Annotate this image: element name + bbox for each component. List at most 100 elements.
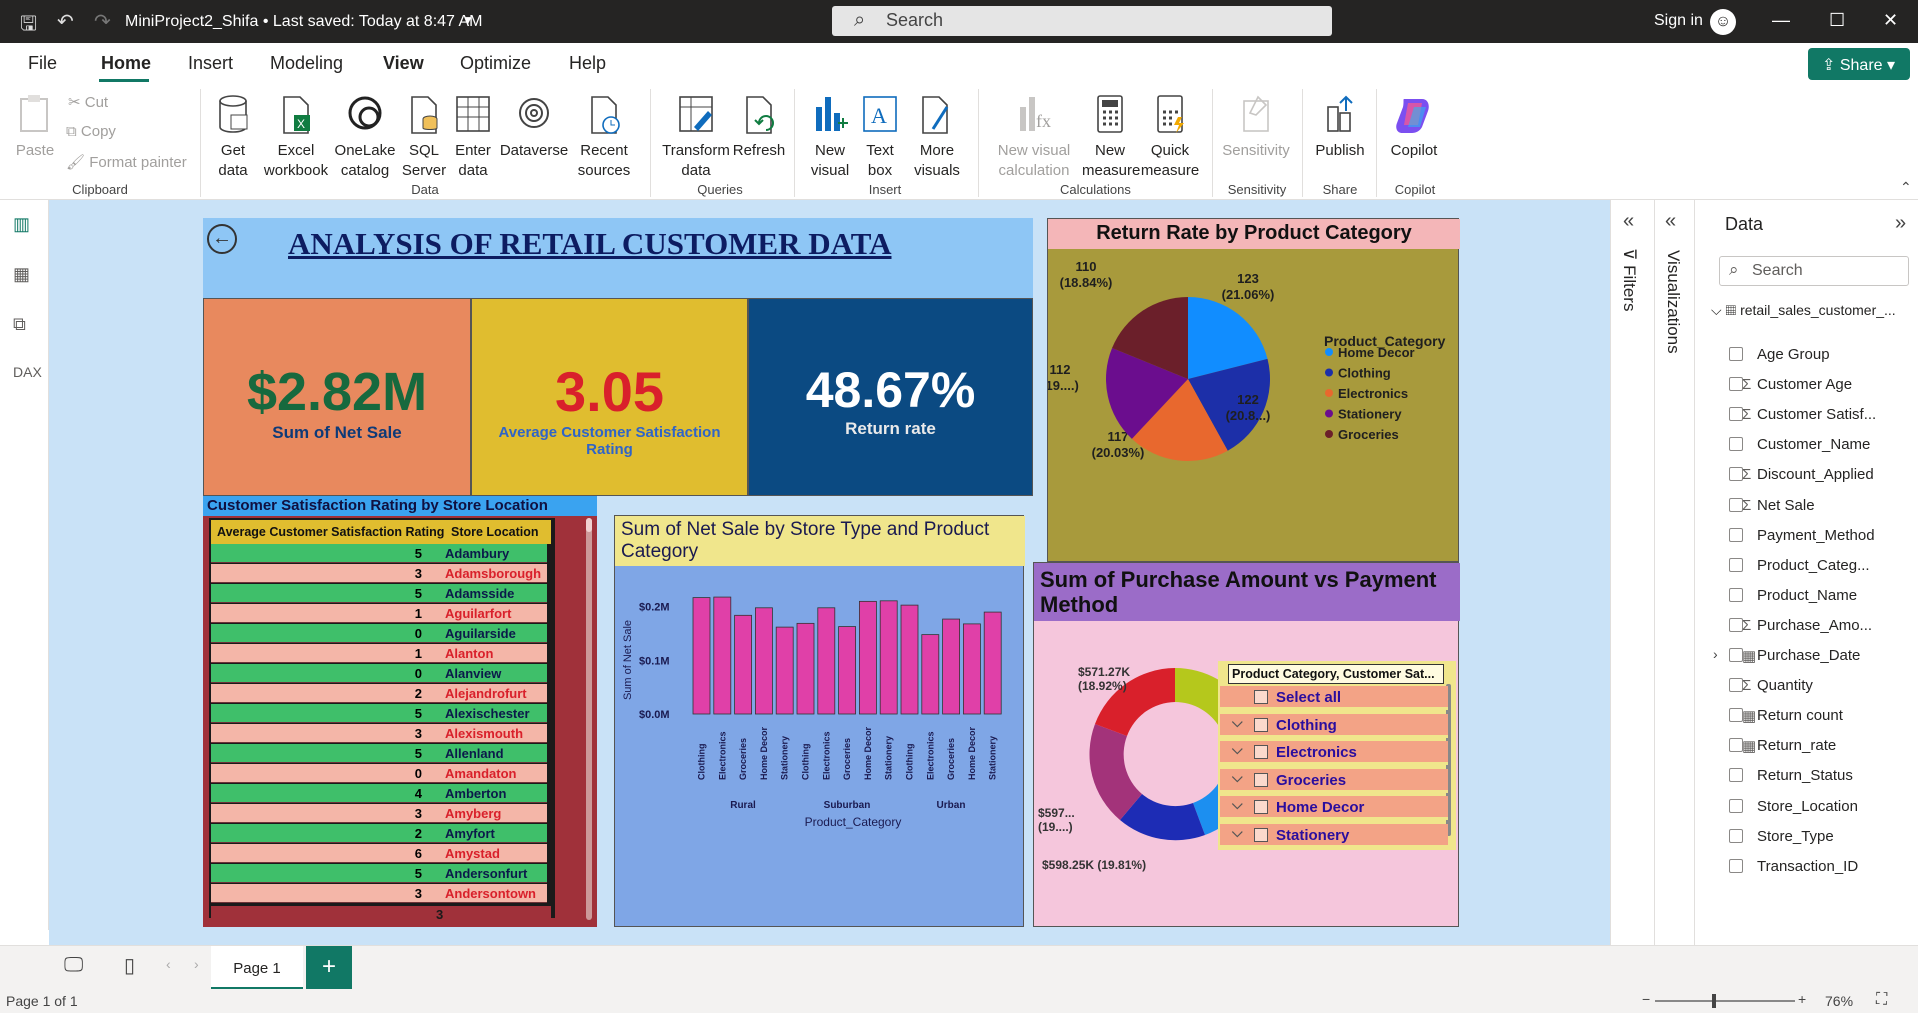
bar[interactable]	[983, 611, 1002, 715]
onelake-catalog-button[interactable]: OneLake catalog	[332, 93, 398, 181]
chevron-down-icon[interactable]: ⌵	[1232, 796, 1243, 813]
field-checkbox[interactable]	[1729, 738, 1743, 753]
slicer-header[interactable]: Product Category, Customer Sat...	[1228, 664, 1444, 684]
chevron-down-icon[interactable]: ⌵	[1232, 741, 1243, 758]
table-row[interactable]: 2 Alejandrofurt	[211, 684, 547, 703]
bar[interactable]	[713, 596, 732, 715]
field-item[interactable]: Payment_Method	[1695, 524, 1918, 548]
text-box-button[interactable]: A Text box	[858, 93, 902, 181]
bar[interactable]	[838, 626, 857, 715]
minimize-icon[interactable]: —	[1772, 10, 1790, 31]
prev-page-icon[interactable]: ‹	[166, 956, 171, 972]
table-row[interactable]: 3 Adamsborough	[211, 564, 547, 583]
add-page-button[interactable]: +	[306, 946, 352, 990]
back-arrow-icon[interactable]: ←	[207, 224, 237, 254]
bar-chart[interactable]: Sum of Net Sale $0.2M $0.1M $0.0M Clothing El…	[615, 566, 1025, 928]
field-item[interactable]: Transaction_ID	[1695, 855, 1918, 879]
return-rate-pie-visual[interactable]: Return Rate by Product Category 123 (21.0…	[1047, 218, 1460, 562]
pie-legend-item[interactable]: Electronics	[1325, 386, 1408, 401]
dax-view-icon[interactable]: DAX	[13, 364, 42, 380]
checkbox[interactable]	[1254, 772, 1268, 787]
slicer-item[interactable]: ⌵ Electronics	[1220, 741, 1448, 766]
pie-legend-item[interactable]: Stationery	[1325, 407, 1402, 422]
field-item[interactable]: Return_Status	[1695, 764, 1918, 788]
document-title[interactable]: MiniProject2_Shifa • Last saved: Today a…	[125, 13, 483, 31]
checkbox[interactable]	[1254, 828, 1268, 842]
field-checkbox[interactable]	[1729, 617, 1743, 632]
column-header-location[interactable]: Store Location	[451, 525, 539, 539]
data-search-input[interactable]: ⌕ Search	[1719, 256, 1909, 286]
table-row[interactable]: 5 Alexischester	[211, 704, 547, 723]
chevron-right-icon[interactable]: ›	[1713, 646, 1718, 662]
field-checkbox[interactable]	[1729, 527, 1743, 542]
more-visuals-button[interactable]: More visuals	[906, 93, 968, 181]
field-checkbox[interactable]	[1729, 828, 1743, 843]
enter-data-button[interactable]: Enter data	[450, 93, 496, 181]
menu-view[interactable]: View	[383, 53, 424, 74]
table-row[interactable]: 0 Amandaton	[211, 764, 547, 783]
field-item[interactable]: Age Group	[1695, 343, 1918, 367]
zoom-level[interactable]: 76%	[1825, 993, 1853, 1009]
collapse-data-pane-icon[interactable]: »	[1895, 212, 1906, 235]
format-painter-button[interactable]: 🖌 Format painter	[66, 153, 187, 171]
chevron-down-icon[interactable]: ⌵	[1232, 714, 1243, 731]
field-checkbox[interactable]	[1729, 798, 1743, 813]
field-checkbox[interactable]	[1729, 407, 1743, 422]
sign-in-link[interactable]: Sign in	[1654, 12, 1703, 30]
quick-measure-button[interactable]: Quick measure	[1140, 93, 1200, 181]
field-item[interactable]: Σ Net Sale	[1695, 494, 1918, 518]
field-checkbox[interactable]	[1729, 377, 1743, 392]
field-item[interactable]: Product_Name	[1695, 584, 1918, 608]
field-checkbox[interactable]	[1729, 497, 1743, 512]
table-scrollbar[interactable]	[586, 518, 592, 920]
checkbox[interactable]	[1254, 745, 1268, 760]
table-row[interactable]: 2 Amyfort	[211, 824, 547, 843]
expand-visualizations-icon[interactable]: «	[1665, 210, 1676, 233]
table-row[interactable]: 5 Adambury	[211, 544, 547, 563]
bar[interactable]	[734, 614, 752, 715]
field-checkbox[interactable]	[1729, 648, 1743, 662]
table-row[interactable]: 5 Adamsside	[211, 584, 547, 603]
bar[interactable]	[962, 623, 981, 715]
bar[interactable]	[817, 607, 836, 715]
share-button[interactable]: ⇪ Share ▾	[1808, 48, 1910, 80]
slicer-item[interactable]: Select all	[1220, 686, 1448, 710]
title-dropdown-icon[interactable]: ▼	[462, 13, 474, 27]
bar[interactable]	[900, 604, 919, 715]
zoom-slider[interactable]	[1655, 994, 1795, 1008]
menu-home[interactable]: Home	[101, 53, 151, 74]
menu-file[interactable]: File	[28, 53, 57, 74]
new-measure-button[interactable]: New measure	[1082, 93, 1140, 181]
transform-data-button[interactable]: Transform data	[656, 93, 736, 181]
dataverse-button[interactable]: Dataverse	[498, 93, 570, 161]
field-item[interactable]: Store_Type	[1695, 825, 1918, 849]
table-node[interactable]: ⌵ ▦ retail_sales_customer_...	[1711, 302, 1896, 319]
next-page-icon[interactable]: ›	[194, 956, 199, 972]
table-row[interactable]: 4 Amberton	[211, 784, 547, 803]
table-row[interactable]: 3 Andersontown	[211, 884, 547, 903]
bar[interactable]	[942, 618, 961, 715]
bar[interactable]	[796, 622, 815, 715]
publish-button[interactable]: Publish	[1310, 93, 1370, 161]
model-view-icon[interactable]: ⧉	[13, 314, 26, 335]
checkbox[interactable]	[1254, 717, 1268, 732]
table-row[interactable]: 3 Amyberg	[211, 804, 547, 823]
new-visual-calculation-button[interactable]: fx New visual calculation	[988, 93, 1080, 181]
table-row[interactable]: 6 Amystad	[211, 844, 547, 863]
avatar[interactable]: ☺	[1710, 9, 1736, 35]
field-item[interactable]: Product_Categ...	[1695, 554, 1918, 578]
field-checkbox[interactable]	[1729, 347, 1743, 361]
table-row[interactable]: 1 Alanton	[211, 644, 547, 663]
field-checkbox[interactable]	[1729, 437, 1743, 452]
redo-icon[interactable]: ↷	[94, 9, 111, 34]
close-icon[interactable]: ✕	[1883, 10, 1898, 31]
checkbox[interactable]	[1254, 690, 1268, 704]
field-checkbox[interactable]	[1729, 587, 1743, 602]
table-row[interactable]: 1 Aguilarfort	[211, 604, 547, 623]
pie-legend-item[interactable]: Clothing	[1325, 366, 1391, 381]
slicer-item[interactable]: ⌵ Groceries	[1220, 768, 1448, 793]
net-sale-bar-visual[interactable]: Sum of Net Sale by Store Type and Produc…	[614, 515, 1025, 928]
field-checkbox[interactable]	[1729, 467, 1743, 482]
field-item[interactable]: Σ Discount_Applied	[1695, 463, 1918, 487]
kpi-return-rate-card[interactable]: 48.67% Return rate	[748, 298, 1033, 496]
